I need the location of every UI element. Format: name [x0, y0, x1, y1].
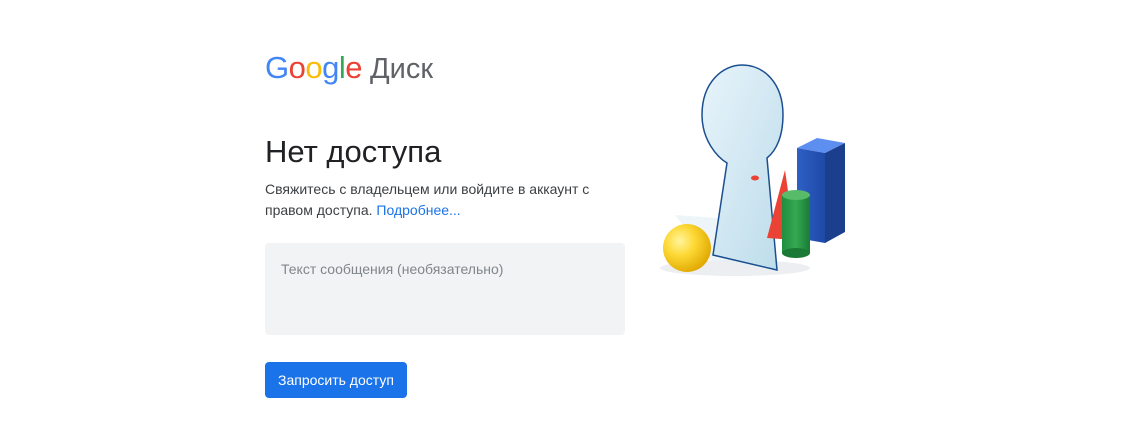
green-cylinder-top: [782, 190, 810, 200]
logo-letter: o: [305, 50, 323, 85]
logo-letter: g: [322, 50, 339, 85]
blue-prism-side: [825, 143, 845, 243]
message-field[interactable]: [265, 243, 625, 335]
google-wordmark: Google: [265, 50, 363, 86]
page-title: Нет доступа: [265, 134, 442, 169]
logo-letter: e: [345, 50, 363, 85]
yellow-ball: [663, 224, 711, 272]
keyhole-illustration: [660, 64, 845, 276]
green-cylinder-bottom: [782, 248, 810, 258]
access-description: Свяжитесь с владельцем или войдите в акк…: [265, 179, 625, 221]
product-name: Диск: [370, 53, 434, 85]
red-marker: [751, 175, 759, 181]
logo-letter: o: [288, 50, 306, 85]
request-access-button[interactable]: Запросить доступ: [265, 362, 407, 398]
logo-letter: G: [265, 50, 289, 85]
google-drive-logo: Google Диск: [265, 50, 433, 90]
green-cylinder: [782, 195, 810, 253]
access-denied-page: Google Диск Нет доступа Свяжитесь с влад…: [0, 0, 1136, 445]
learn-more-link[interactable]: Подробнее...: [376, 202, 460, 218]
